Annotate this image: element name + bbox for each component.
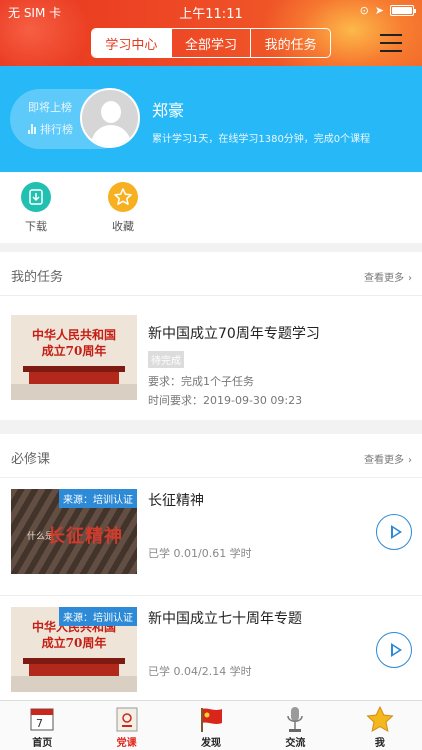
view-more-link[interactable]: 查看更多 › (364, 269, 412, 284)
status-icons: ⊙ ➤ (359, 4, 416, 17)
my-tasks-section: 我的任务 查看更多 › 中华人民共和国 成立70周年 新中国成立70周年专题学习 待… (0, 252, 422, 420)
view-more-link[interactable]: 查看更多 › (364, 451, 412, 466)
rank-status-text: 即将上榜 (28, 101, 72, 114)
tab-label: 发现 (201, 738, 222, 749)
leaderboard-link[interactable]: 排行榜 (28, 121, 73, 137)
chevron-right-icon: › (408, 455, 412, 466)
required-courses-section: 必修课 查看更多 › 什么是 长征精神 来源：培训认证 长征精神 已学 0.01/… (0, 434, 422, 700)
status-badge: 待完成 (148, 351, 184, 368)
play-icon[interactable] (376, 514, 412, 550)
star-icon (365, 705, 395, 733)
status-bar: 无 SIM 卡 上午11:11 ⊙ ➤ (0, 0, 422, 22)
tab-discover[interactable]: 发现 (169, 701, 253, 750)
top-segmented-tabs: 学习中心 全部学习 我的任务 (91, 28, 331, 58)
tab-label: 我 (374, 738, 385, 749)
leaderboard-label: 排行榜 (40, 123, 73, 136)
required-header: 必修课 查看更多 › (0, 434, 422, 478)
tab-label: 交流 (285, 738, 306, 749)
favorites-button[interactable]: 收藏 (98, 182, 148, 234)
calendar-icon: 7 (27, 705, 57, 733)
task-item[interactable]: 中华人民共和国 成立70周年 新中国成立70周年专题学习 待完成 要求：完成1个子… (0, 296, 422, 414)
course-title: 长征精神 (148, 493, 204, 509)
tab-label: 首页 (32, 738, 53, 749)
course-progress: 已学 0.04/2.14 学时 (148, 665, 252, 678)
user-study-stats: 累计学习1天，在线学习1380分钟，完成0个课程 (152, 134, 371, 145)
tab-all-learning[interactable]: 全部学习 (172, 29, 252, 57)
tab-exchange[interactable]: 交流 (253, 701, 337, 750)
star-icon (108, 182, 138, 212)
tab-label: 党课 (116, 738, 137, 749)
bar-chart-icon (28, 124, 36, 134)
profile-banner: 即将上榜 排行榜 郑豪 累计学习1天，在线学习1380分钟，完成0个课程 (0, 66, 422, 172)
play-icon[interactable] (376, 632, 412, 668)
download-icon (21, 182, 51, 212)
tab-learning-center[interactable]: 学习中心 (92, 29, 172, 57)
tab-my-tasks[interactable]: 我的任务 (251, 29, 330, 57)
tiananmen-illustration (23, 366, 125, 384)
lock-rotation-icon: ⊙ (359, 4, 369, 17)
tab-party-course[interactable]: 党课 (84, 701, 168, 750)
book-icon (112, 705, 142, 733)
course-thumbnail: 中华人民共和国 成立70周年 来源：培训认证 (11, 607, 137, 692)
quick-actions: 下载 收藏 (0, 172, 422, 243)
download-button[interactable]: 下载 (11, 182, 61, 234)
task-deadline: 时间要求：2019-09-30 09:23 (148, 394, 303, 407)
tab-home[interactable]: 7 首页 (0, 701, 84, 750)
source-badge: 来源：培训认证 (59, 607, 137, 626)
microphone-icon (280, 705, 310, 733)
user-name: 郑豪 (152, 101, 185, 120)
task-requirement: 要求：完成1个子任务 (148, 375, 254, 388)
source-badge: 来源：培训认证 (59, 489, 137, 508)
section-title: 我的任务 (11, 270, 64, 285)
course-item[interactable]: 什么是 长征精神 来源：培训认证 长征精神 已学 0.01/0.61 学时 (0, 478, 422, 596)
thumbnail-artwork: 长征精神 (47, 526, 123, 547)
chevron-right-icon: › (408, 273, 412, 284)
course-title: 新中国成立七十周年专题 (148, 611, 302, 627)
course-progress: 已学 0.01/0.61 学时 (148, 547, 252, 560)
location-icon: ➤ (374, 4, 384, 17)
flag-icon (196, 705, 226, 733)
thumbnail-artwork: 中华人民共和国 成立70周年 (31, 328, 116, 358)
svg-text:7: 7 (36, 717, 43, 730)
course-item[interactable]: 中华人民共和国 成立70周年 来源：培训认证 新中国成立七十周年专题 已学 0.0… (0, 596, 422, 714)
download-label: 下载 (25, 220, 47, 233)
tab-me[interactable]: 我 (338, 701, 422, 750)
section-title: 必修课 (11, 452, 51, 467)
my-tasks-header: 我的任务 查看更多 › (0, 252, 422, 296)
app-header: 无 SIM 卡 上午11:11 ⊙ ➤ 学习中心 全部学习 我的任务 (0, 0, 422, 66)
course-thumbnail: 什么是 长征精神 来源：培训认证 (11, 489, 137, 574)
tiananmen-illustration (23, 658, 125, 676)
bottom-tab-bar: 7 首页 党课 发现 交流 我 (0, 700, 422, 750)
avatar[interactable] (80, 88, 140, 148)
hamburger-menu-icon[interactable] (380, 34, 402, 52)
task-title: 新中国成立70周年专题学习 (148, 326, 320, 342)
battery-icon (390, 5, 416, 16)
favorites-label: 收藏 (112, 220, 134, 233)
task-thumbnail: 中华人民共和国 成立70周年 (11, 315, 137, 400)
